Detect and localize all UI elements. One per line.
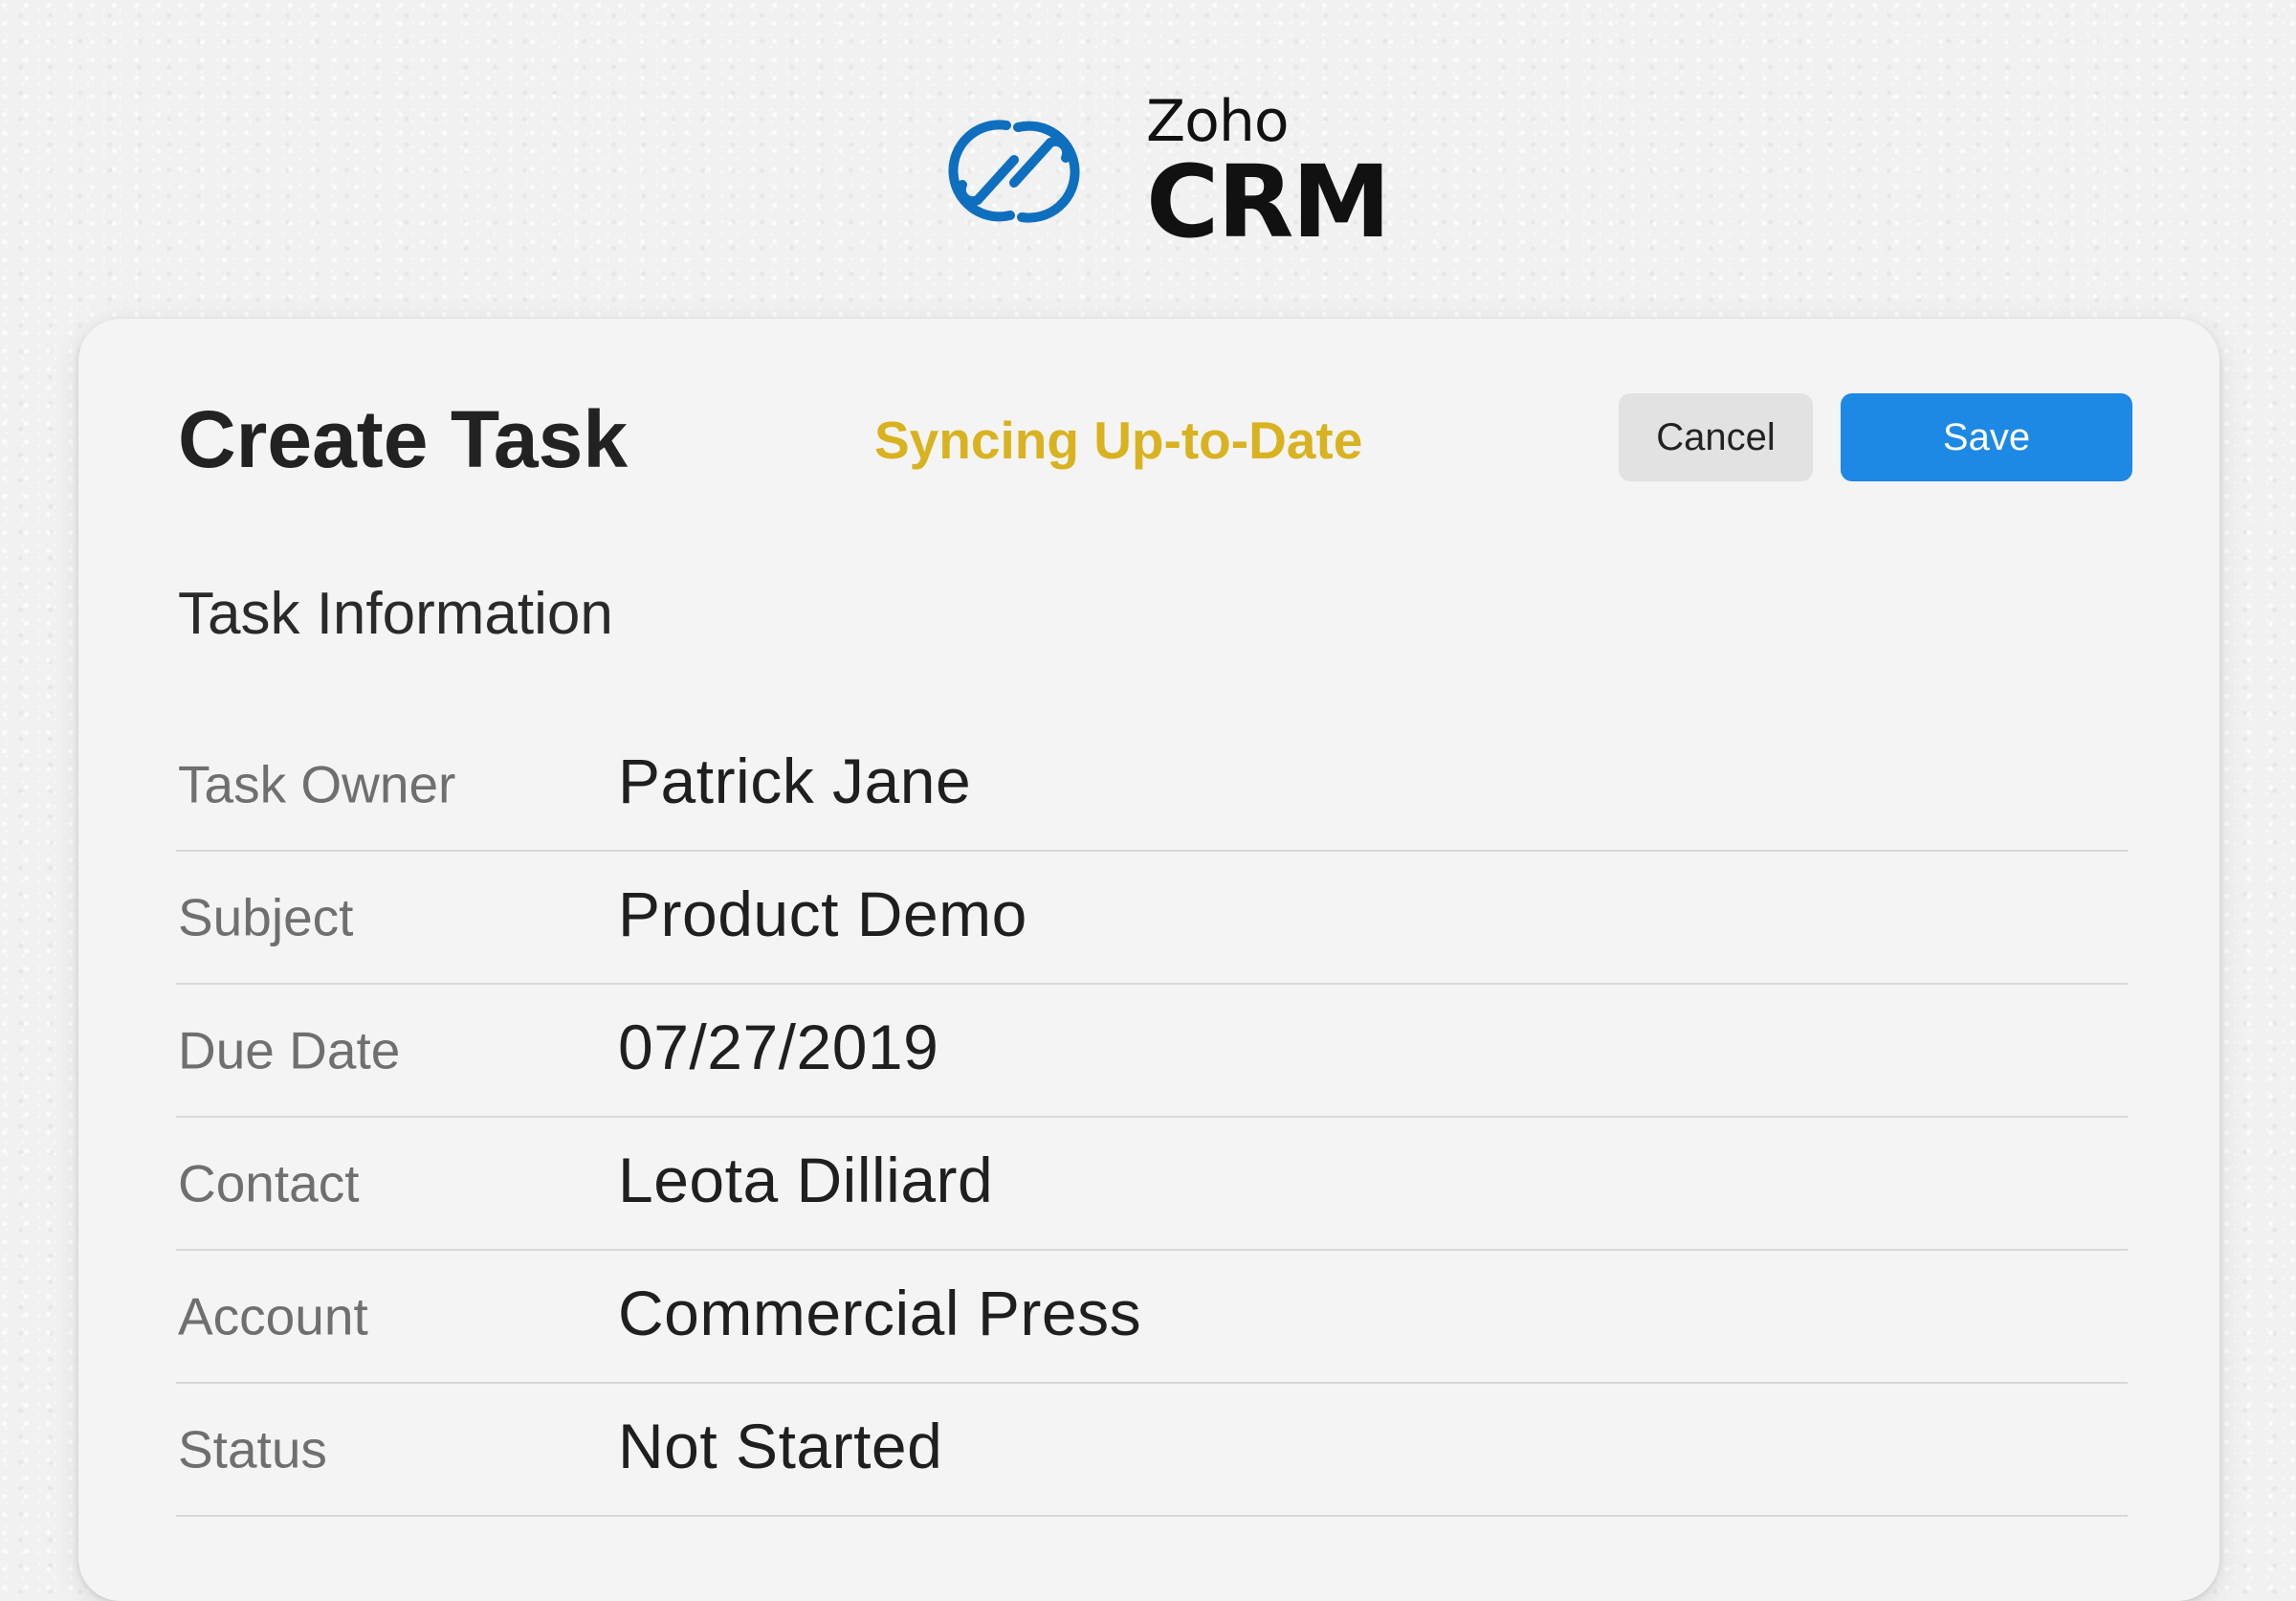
field-label: Contact [178, 1153, 360, 1212]
contact-value[interactable]: Leota Dilliard [618, 1148, 993, 1212]
cancel-button[interactable]: Cancel [1619, 393, 1813, 481]
task-fields: Task Owner Patrick Jane Subject Product … [176, 719, 2128, 1517]
create-task-card: Create Task Syncing Up-to-Date Cancel Sa… [78, 319, 2219, 1601]
save-button[interactable]: Save [1841, 393, 2132, 481]
logo-crm-text: CRM [1146, 144, 1391, 260]
field-row-due-date[interactable]: Due Date 07/27/2019 [176, 985, 2128, 1118]
field-label: Status [178, 1419, 327, 1479]
task-owner-value[interactable]: Patrick Jane [618, 749, 971, 812]
field-row-subject[interactable]: Subject Product Demo [176, 852, 2128, 985]
sync-status: Syncing Up-to-Date [874, 411, 1363, 470]
logo-wordmark: Zoho CRM [1146, 91, 1391, 260]
zoho-links-icon [948, 120, 1080, 223]
field-label: Account [178, 1286, 368, 1345]
account-value[interactable]: Commercial Press [618, 1281, 1141, 1345]
section-title: Task Information [178, 581, 613, 647]
status-value[interactable]: Not Started [618, 1414, 942, 1478]
field-row-status[interactable]: Status Not Started [176, 1384, 2128, 1517]
field-row-contact[interactable]: Contact Leota Dilliard [176, 1118, 2128, 1251]
field-row-account[interactable]: Account Commercial Press [176, 1251, 2128, 1384]
field-label: Task Owner [178, 754, 456, 813]
zoho-crm-logo: Zoho CRM [918, 91, 1391, 260]
field-row-task-owner[interactable]: Task Owner Patrick Jane [176, 719, 2128, 852]
due-date-value[interactable]: 07/27/2019 [618, 1015, 938, 1078]
field-label: Subject [178, 887, 354, 946]
page-title: Create Task [178, 394, 629, 484]
field-label: Due Date [178, 1020, 401, 1079]
subject-value[interactable]: Product Demo [618, 882, 1027, 945]
